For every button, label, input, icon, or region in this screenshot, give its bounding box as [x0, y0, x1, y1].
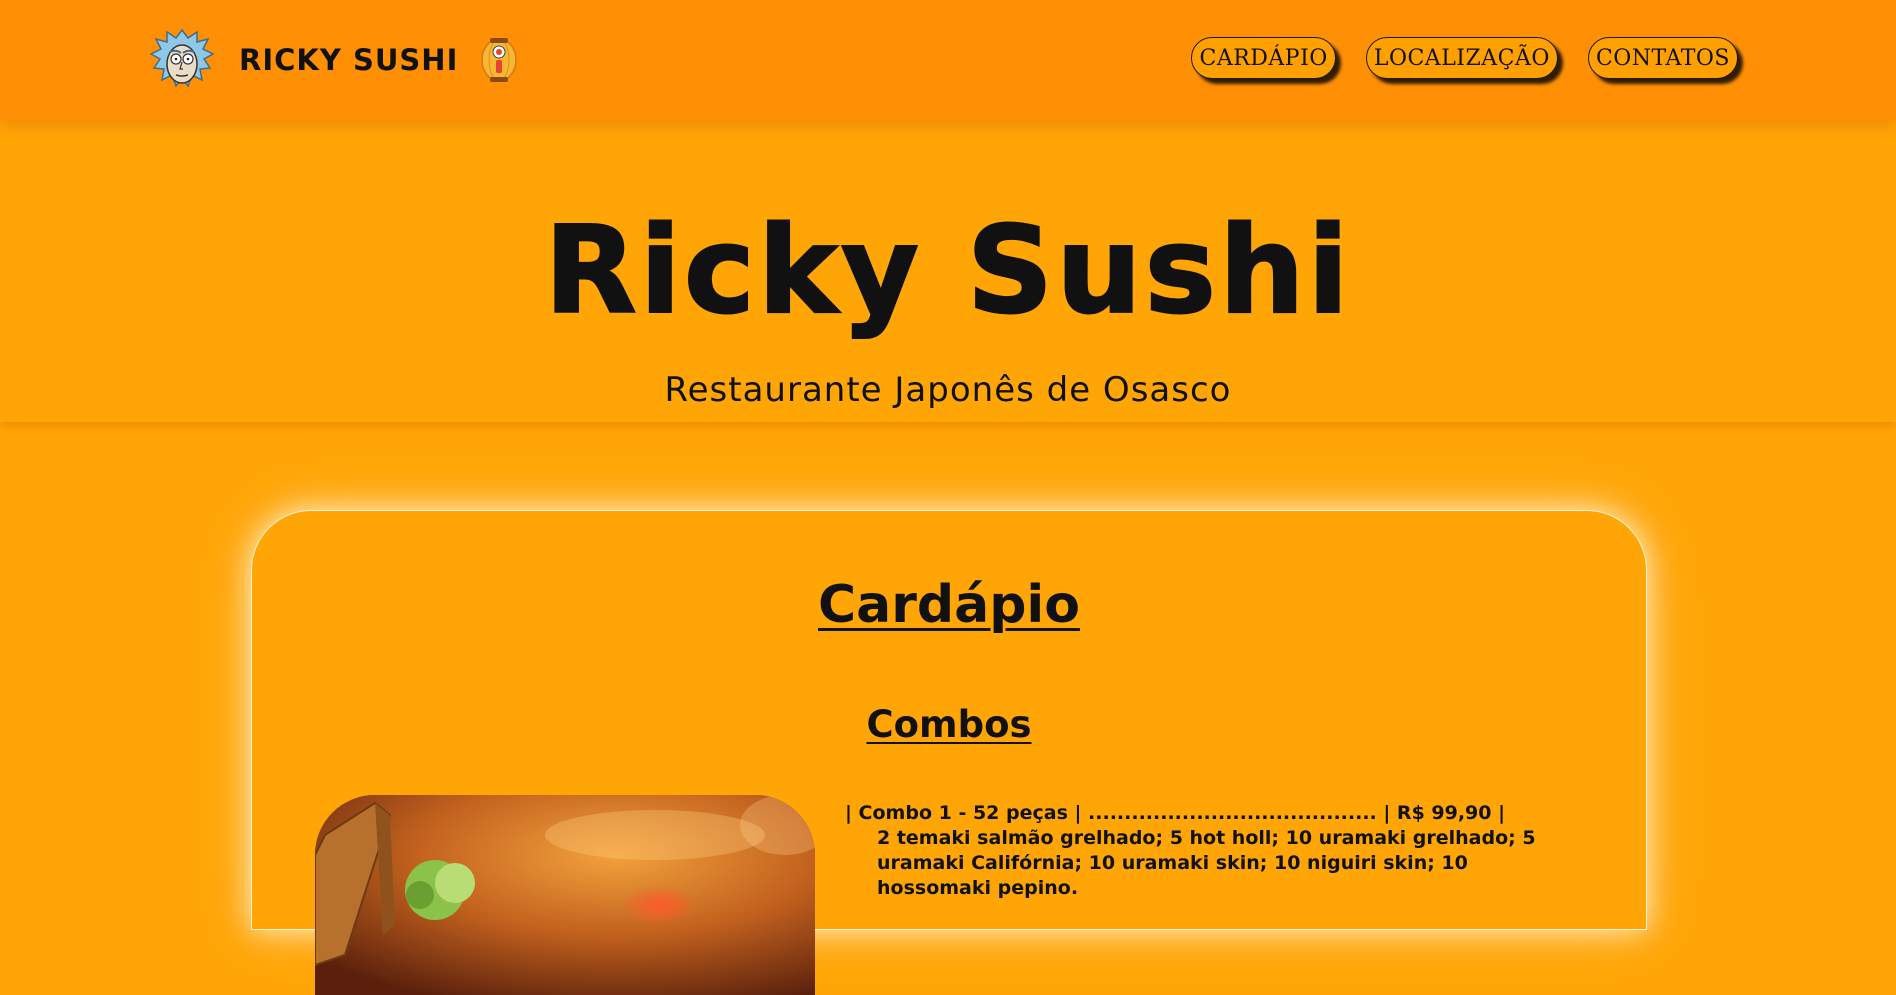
nav-link-localizacao[interactable]: LOCALIZAÇÃO: [1365, 37, 1558, 79]
combo-description: 2 temaki salmão grelhado; 5 hot holl; 10…: [877, 827, 1536, 899]
menu-title: Cardápio: [818, 575, 1080, 635]
menu-card: Cardápio Combos | Combo 1 - 52 peças | .…: [251, 510, 1647, 995]
brand[interactable]: RICKY SUSHI: [150, 26, 520, 94]
sushi-platter-photo: [315, 795, 815, 995]
rick-face-icon: [150, 28, 214, 88]
hero-subtitle: Restaurante Japonês de Osasco: [664, 370, 1232, 410]
section-title-combos: Combos: [866, 703, 1032, 746]
combo-item: | Combo 1 - 52 peças | .................…: [845, 801, 1605, 901]
brand-name: RICKY SUSHI: [239, 43, 459, 77]
hero-banner: Ricky Sushi Restaurante Japonês de Osasc…: [0, 120, 1896, 422]
sushi-lantern-icon: [481, 38, 518, 82]
nav-link-cardapio[interactable]: CARDÁPIO: [1191, 37, 1336, 79]
hero-title: Ricky Sushi: [543, 202, 1352, 341]
nav-links: CARDÁPIO LOCALIZAÇÃO CONTATOS: [1191, 37, 1738, 79]
top-navbar: RICKY SUSHI CARDÁPIO LOCALIZAÇÃO CONTATO…: [0, 0, 1896, 120]
combo-price-line: | Combo 1 - 52 peças | .................…: [845, 802, 1506, 824]
nav-link-contatos[interactable]: CONTATOS: [1587, 37, 1738, 79]
